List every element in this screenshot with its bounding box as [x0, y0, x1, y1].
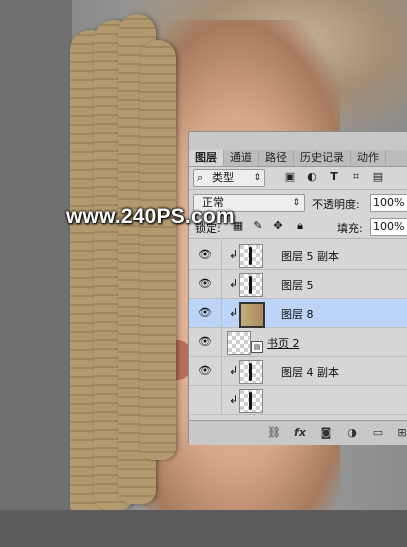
fx-icon[interactable]: fx — [293, 426, 307, 440]
layer-row[interactable]: 👁︎ ↲ 图层 4 副本 — [189, 357, 407, 386]
adjustment-filter-icon[interactable]: ◐ — [305, 170, 319, 184]
eye-icon[interactable]: 👁︎ — [197, 307, 213, 319]
opacity-field[interactable]: 100% — [370, 194, 407, 212]
tab-actions[interactable]: 动作 — [351, 150, 386, 166]
smart-object-filter-icon[interactable]: ▤ — [371, 170, 385, 184]
eye-icon[interactable]: 👁︎ — [197, 278, 213, 290]
tab-layers[interactable]: 图层 — [189, 150, 224, 166]
chevron-updown-icon: ⇕ — [292, 198, 300, 208]
visibility-column: 👁︎ — [189, 299, 222, 327]
layer-row[interactable]: 👁︎ ↲ 图层 5 — [189, 270, 407, 299]
clipping-arrow-icon: ↲ — [229, 277, 239, 290]
layer-row[interactable]: 👁︎ ▤ 书页 2 — [189, 328, 407, 357]
layer-name[interactable]: 图层 5 — [281, 277, 314, 293]
visibility-column — [189, 386, 222, 414]
visibility-column: 👁︎ — [189, 241, 222, 269]
filter-kind-select[interactable]: ⌕ 类型 ⇕ — [193, 169, 265, 187]
smart-object-icon: ▤ — [251, 341, 263, 353]
clipping-arrow-icon: ↲ — [229, 306, 239, 319]
canvas-background — [0, 0, 72, 510]
visibility-column: 👁︎ — [189, 328, 222, 356]
layer-row[interactable]: 👁︎ ↲ 图层 5 副本 — [189, 241, 407, 270]
group-folder-icon[interactable]: ▭ — [371, 426, 385, 440]
clipping-arrow-icon: ↲ — [229, 364, 239, 377]
layer-thumbnail — [239, 244, 263, 268]
canvas-bottom-area — [0, 510, 407, 547]
fill-label: 填充: — [337, 222, 363, 235]
layers-list[interactable]: 👁︎ ↲ 图层 5 副本 👁︎ ↲ 图层 5 👁︎ ↲ 图层 8 👁︎ ▤ 书页… — [189, 239, 407, 419]
layer-row-partial[interactable]: ↲ — [189, 386, 407, 415]
clipping-arrow-icon: ↲ — [229, 248, 239, 261]
layers-panel: 图层 通道 路径 历史记录 动作 ⌕ 类型 ⇕ ▣ ◐ T ⌗ ▤ 正常 ⇕ 不… — [188, 131, 407, 445]
filter-kind-label: 类型 — [212, 171, 234, 184]
panel-header — [189, 132, 407, 150]
panel-tab-bar: 图层 通道 路径 历史记录 动作 — [189, 150, 407, 167]
tab-history[interactable]: 历史记录 — [294, 150, 351, 166]
chevron-updown-icon: ⇕ — [253, 173, 261, 183]
visibility-column: 👁︎ — [189, 270, 222, 298]
layer-thumbnail — [239, 273, 263, 297]
mask-icon[interactable]: ◙ — [319, 426, 333, 440]
search-icon: ⌕ — [197, 171, 204, 184]
tab-channels[interactable]: 通道 — [224, 150, 259, 166]
layer-filter-row: ⌕ 类型 ⇕ ▣ ◐ T ⌗ ▤ — [189, 167, 407, 190]
lock-all-icon[interactable]: 🔒︎ — [293, 219, 307, 233]
eye-icon[interactable]: 👁︎ — [197, 249, 213, 261]
sheet-music-strip — [140, 40, 176, 460]
tab-paths[interactable]: 路径 — [259, 150, 294, 166]
watermark-text: www.240PS.com — [66, 205, 235, 228]
layer-name[interactable]: 图层 4 副本 — [281, 364, 339, 380]
layer-thumbnail — [227, 331, 251, 355]
layer-name[interactable]: 书页 2 — [267, 335, 300, 351]
opacity-label: 不透明度: — [312, 198, 360, 211]
layer-name[interactable]: 图层 8 — [281, 306, 314, 322]
layer-thumbnail — [239, 389, 263, 413]
image-filter-icon[interactable]: ▣ — [283, 170, 297, 184]
clipping-arrow-icon: ↲ — [229, 393, 239, 406]
layer-thumbnail — [239, 360, 263, 384]
layer-row-selected[interactable]: 👁︎ ↲ 图层 8 — [189, 299, 407, 328]
layer-thumbnail — [239, 302, 265, 328]
text-filter-icon[interactable]: T — [327, 170, 341, 184]
layers-footer: ⛓︎ fx ◙ ◑ ▭ ⊞ — [189, 420, 407, 445]
eye-icon[interactable]: 👁︎ — [197, 365, 213, 377]
lock-image-pixels-icon[interactable]: ✎ — [251, 219, 265, 233]
adjustment-icon[interactable]: ◑ — [345, 426, 359, 440]
eye-icon[interactable]: 👁︎ — [197, 336, 213, 348]
new-layer-icon[interactable]: ⊞ — [395, 426, 407, 440]
lock-position-icon[interactable]: ✥ — [271, 219, 285, 233]
layer-name[interactable]: 图层 5 副本 — [281, 248, 339, 264]
link-icon[interactable]: ⛓︎ — [267, 426, 281, 440]
shape-filter-icon[interactable]: ⌗ — [349, 170, 363, 184]
fill-field[interactable]: 100% — [370, 218, 407, 236]
visibility-column: 👁︎ — [189, 357, 222, 385]
